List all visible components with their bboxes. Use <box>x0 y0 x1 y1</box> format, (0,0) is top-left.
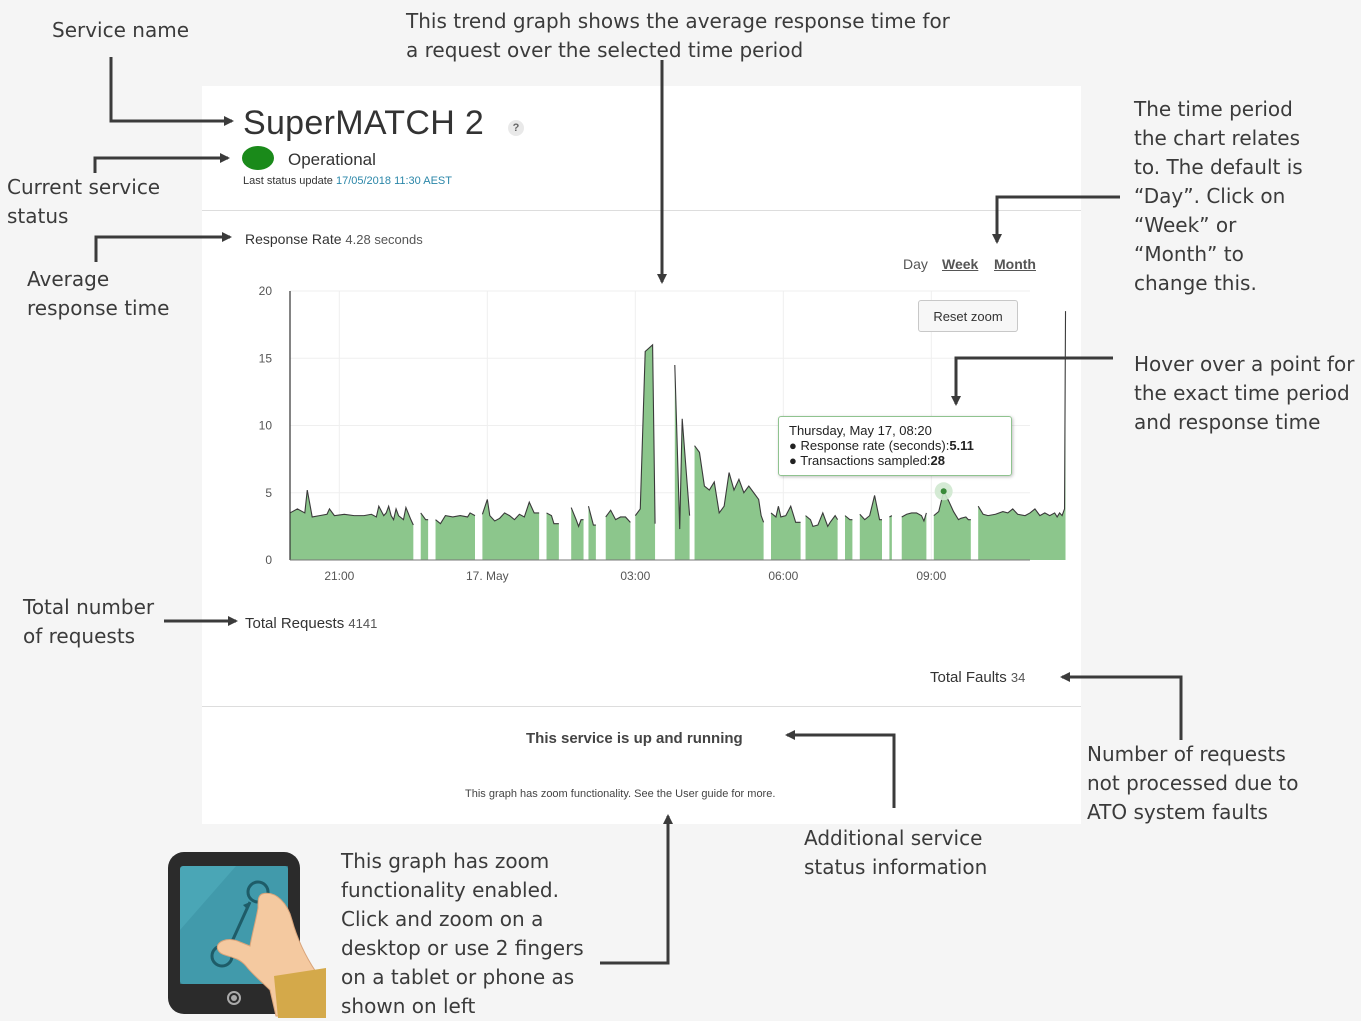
arrow-current-status <box>93 153 230 173</box>
arrow-hover <box>951 356 1113 406</box>
arrow-time-period <box>992 195 1120 244</box>
arrow-service-name <box>109 57 234 126</box>
arrow-additional-info <box>785 730 896 808</box>
annotation-arrows <box>93 57 1183 965</box>
arrow-zoom <box>600 814 673 965</box>
arrow-average-response <box>94 232 232 262</box>
arrow-faults <box>1060 672 1183 740</box>
